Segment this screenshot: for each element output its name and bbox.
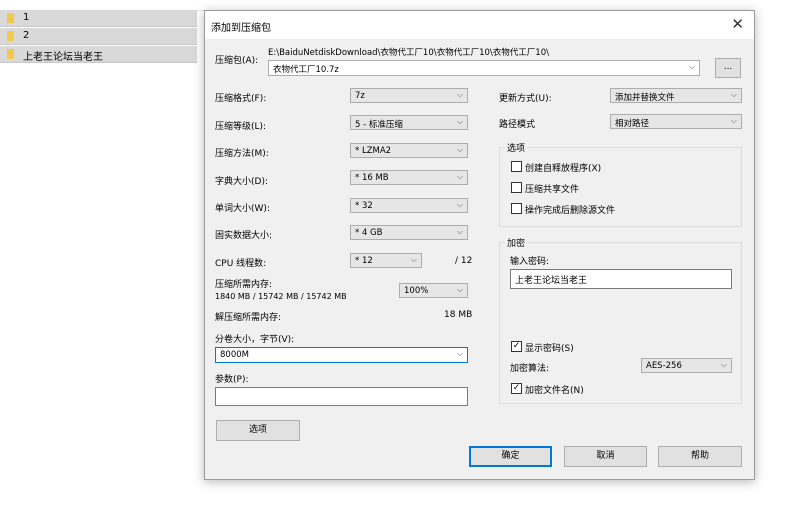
word-label: 单词大小(W): bbox=[215, 204, 270, 214]
chevron-down-icon: ⌵ bbox=[730, 90, 737, 99]
archive-path: E:\BaiduNetdiskDownload\衣物代工厂10\衣物代工厂10\… bbox=[268, 48, 549, 58]
method-value: * LZMA2 bbox=[355, 146, 392, 156]
title-bar[interactable]: 添加到压缩包 ✕ bbox=[205, 11, 754, 39]
file-name: 2 bbox=[23, 30, 30, 41]
folder-icon bbox=[7, 13, 14, 23]
level-label: 压缩等级(L): bbox=[215, 122, 267, 132]
solid-select[interactable]: * 4 GB ⌵ bbox=[350, 225, 468, 240]
delete-source-checkbox[interactable] bbox=[511, 203, 522, 214]
chevron-down-icon: ⌵ bbox=[730, 116, 737, 125]
cancel-button[interactable]: 取消 bbox=[564, 446, 647, 467]
dict-value: * 16 MB bbox=[355, 173, 389, 183]
close-icon[interactable]: ✕ bbox=[731, 15, 744, 33]
volume-size-value: 8000M bbox=[220, 350, 249, 360]
threads-label: CPU 线程数: bbox=[215, 259, 267, 269]
method-label: 压缩方法(M): bbox=[215, 149, 269, 159]
encryption-method-select[interactable]: AES-256 ⌵ bbox=[641, 358, 732, 373]
shared-files-label: 压缩共享文件 bbox=[525, 185, 580, 195]
chevron-down-icon: ⌵ bbox=[456, 172, 463, 181]
chevron-down-icon: ⌵ bbox=[456, 90, 463, 99]
file-name: 上老王论坛当老王 bbox=[23, 52, 103, 63]
options-group-title: 选项 bbox=[505, 141, 528, 154]
chevron-down-icon: ⌵ bbox=[456, 117, 463, 126]
chevron-down-icon: ⌵ bbox=[456, 227, 463, 236]
archive-name-combo[interactable]: 衣物代工厂10.7z ⌵ bbox=[268, 60, 700, 76]
password-value: 上老王论坛当老王 bbox=[515, 276, 588, 286]
dialog-title: 添加到压缩包 bbox=[211, 23, 271, 34]
solid-value: * 4 GB bbox=[355, 228, 383, 238]
level-select[interactable]: 5 - 标准压缩 ⌵ bbox=[350, 115, 468, 130]
chevron-down-icon: ⌵ bbox=[456, 285, 463, 294]
add-to-archive-dialog: 添加到压缩包 ✕ 压缩包(A): E:\BaiduNetdiskDownload… bbox=[204, 10, 755, 480]
mem-percent-value: 100% bbox=[404, 286, 429, 296]
threads-select[interactable]: * 12 ⌵ bbox=[350, 253, 422, 268]
threads-value: * 12 bbox=[355, 256, 373, 266]
folder-icon bbox=[7, 49, 14, 59]
dict-label: 字典大小(D): bbox=[215, 177, 268, 187]
archive-name-value: 衣物代工厂10.7z bbox=[273, 65, 339, 75]
chevron-down-icon: ⌵ bbox=[720, 360, 727, 369]
volume-size-combo[interactable]: 8000M ⌵ bbox=[215, 347, 468, 363]
params-input[interactable] bbox=[215, 387, 468, 406]
volume-label: 分卷大小，字节(V): bbox=[215, 335, 295, 345]
file-row[interactable]: 2 bbox=[0, 28, 197, 45]
decomp-mem-value: 18 MB bbox=[444, 310, 473, 320]
encrypt-names-label: 加密文件名(N) bbox=[525, 386, 584, 396]
threads-max: / 12 bbox=[455, 256, 473, 266]
folder-icon bbox=[7, 31, 14, 41]
chevron-down-icon: ⌵ bbox=[456, 349, 463, 358]
file-row[interactable]: 上老王论坛当老王 bbox=[0, 46, 197, 63]
encryption-group-title: 加密 bbox=[505, 236, 528, 249]
file-name: 1 bbox=[23, 12, 30, 23]
show-password-label: 显示密码(S) bbox=[525, 344, 574, 354]
chevron-down-icon: ⌵ bbox=[456, 200, 463, 209]
update-value: 添加并替换文件 bbox=[615, 93, 675, 103]
options-button[interactable]: 选项 bbox=[216, 420, 300, 441]
decomp-mem-label: 解压缩所需内存: bbox=[215, 313, 282, 323]
archive-label: 压缩包(A): bbox=[215, 56, 259, 66]
encrypt-names-checkbox[interactable]: ✓ bbox=[511, 383, 522, 394]
file-row[interactable]: 1 bbox=[0, 10, 197, 27]
chevron-down-icon: ⌵ bbox=[688, 62, 695, 71]
shared-files-checkbox[interactable] bbox=[511, 182, 522, 193]
chevron-down-icon: ⌵ bbox=[410, 255, 417, 264]
path-mode-select[interactable]: 相对路径 ⌵ bbox=[610, 114, 742, 129]
format-select[interactable]: 7z ⌵ bbox=[350, 88, 468, 103]
comp-mem-label: 压缩所需内存: bbox=[215, 280, 273, 290]
sfx-label: 创建自释放程序(X) bbox=[525, 164, 602, 174]
path-mode-label: 路径模式 bbox=[499, 120, 536, 130]
update-label: 更新方式(U): bbox=[499, 94, 552, 104]
encryption-method-label: 加密算法: bbox=[510, 364, 550, 374]
level-value: 5 - 标准压缩 bbox=[355, 120, 403, 130]
show-password-checkbox[interactable]: ✓ bbox=[511, 341, 522, 352]
password-input[interactable]: 上老王论坛当老王 bbox=[510, 269, 732, 289]
word-value: * 32 bbox=[355, 201, 373, 211]
mem-percent-select[interactable]: 100% ⌵ bbox=[399, 283, 468, 298]
comp-mem-detail: 1840 MB / 15742 MB / 15742 MB bbox=[215, 292, 347, 301]
browse-button[interactable]: ... bbox=[715, 58, 741, 78]
update-select[interactable]: 添加并替换文件 ⌵ bbox=[610, 88, 742, 103]
help-button[interactable]: 帮助 bbox=[658, 446, 742, 467]
word-select[interactable]: * 32 ⌵ bbox=[350, 198, 468, 213]
dict-select[interactable]: * 16 MB ⌵ bbox=[350, 170, 468, 185]
params-label: 参数(P): bbox=[215, 375, 249, 385]
sfx-checkbox[interactable] bbox=[511, 161, 522, 172]
method-select[interactable]: * LZMA2 ⌵ bbox=[350, 143, 468, 158]
format-label: 压缩格式(F): bbox=[215, 94, 267, 104]
delete-source-label: 操作完成后删除源文件 bbox=[525, 206, 616, 216]
path-mode-value: 相对路径 bbox=[615, 119, 650, 129]
format-value: 7z bbox=[355, 91, 365, 101]
solid-label: 固实数据大小: bbox=[215, 231, 273, 241]
ok-button[interactable]: 确定 bbox=[469, 446, 552, 467]
password-label: 输入密码: bbox=[510, 257, 550, 267]
encryption-method-value: AES-256 bbox=[646, 361, 682, 371]
chevron-down-icon: ⌵ bbox=[456, 145, 463, 154]
